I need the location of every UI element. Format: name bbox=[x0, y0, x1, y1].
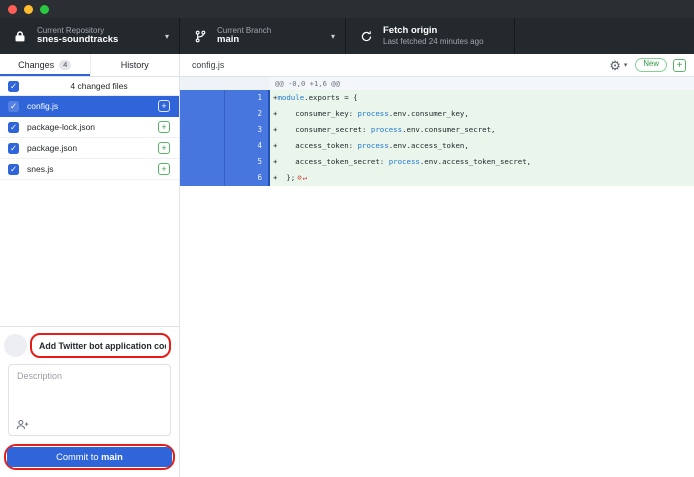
commit-summary-input[interactable] bbox=[33, 337, 168, 355]
diff-header: config.js ⚙ ▾ New + bbox=[180, 54, 694, 77]
github-desktop-window: Current Repository snes-soundtracks ▾ Cu… bbox=[0, 0, 694, 477]
file-checkbox[interactable]: ✓ bbox=[8, 122, 19, 133]
tab-changes[interactable]: Changes 4 bbox=[0, 54, 90, 76]
current-branch-name: main bbox=[217, 35, 327, 46]
file-added-icon: + bbox=[158, 163, 170, 175]
file-added-icon: + bbox=[158, 100, 170, 112]
chevron-down-icon[interactable]: ▾ bbox=[624, 61, 628, 69]
select-all-checkbox[interactable]: ✓ bbox=[8, 81, 19, 92]
no-newline-marker: ⊘↵ bbox=[295, 173, 308, 182]
hunk-header-text: @@ -0,0 +1,6 @@ bbox=[270, 77, 340, 90]
diff-line[interactable]: 4 + access_token: process.env.access_tok… bbox=[180, 138, 694, 154]
diff-line[interactable]: 1 +module.exports = { bbox=[180, 90, 694, 106]
file-row-package-lock-json[interactable]: ✓ package-lock.json + bbox=[0, 117, 179, 138]
line-number: 6 bbox=[225, 170, 270, 186]
commit-form: Commit to main bbox=[0, 326, 179, 477]
avatar bbox=[4, 334, 27, 357]
current-repository-name: snes-soundtracks bbox=[37, 35, 161, 46]
current-repository-dropdown[interactable]: Current Repository snes-soundtracks ▾ bbox=[0, 18, 180, 54]
file-name: package-lock.json bbox=[27, 122, 158, 132]
commit-description-input[interactable] bbox=[9, 365, 170, 417]
chevron-down-icon: ▾ bbox=[331, 32, 335, 41]
fetch-origin-label: Fetch origin bbox=[383, 26, 504, 37]
file-checkbox[interactable]: ✓ bbox=[8, 101, 19, 112]
commit-description-box bbox=[8, 364, 171, 436]
sidebar-tabs: Changes 4 History bbox=[0, 54, 179, 77]
summary-red-annotation bbox=[30, 333, 171, 358]
file-name: package.json bbox=[27, 143, 158, 153]
file-name: snes.js bbox=[27, 164, 158, 174]
commit-button[interactable]: Commit to main bbox=[7, 447, 172, 467]
tab-history[interactable]: History bbox=[90, 54, 180, 76]
git-branch-icon bbox=[192, 28, 208, 44]
file-row-package-json[interactable]: ✓ package.json + bbox=[0, 138, 179, 159]
file-name: config.js bbox=[27, 101, 158, 111]
diff-line[interactable]: 2 + consumer_key: process.env.consumer_k… bbox=[180, 106, 694, 122]
changed-files-header: ✓ 4 changed files bbox=[0, 77, 179, 96]
changes-count-badge: 4 bbox=[59, 60, 71, 70]
commit-button-red-annotation: Commit to main bbox=[4, 444, 175, 470]
fetch-origin-sublabel: Last fetched 24 minutes ago bbox=[383, 37, 504, 46]
sidebar: Changes 4 History ✓ 4 changed files ✓ co… bbox=[0, 54, 180, 477]
maximize-window-button[interactable] bbox=[40, 5, 49, 14]
toolbar: Current Repository snes-soundtracks ▾ Cu… bbox=[0, 18, 694, 54]
diff-pane: config.js ⚙ ▾ New + @@ -0,0 +1,6 @@ 1 +m… bbox=[180, 54, 694, 477]
new-file-badge: New bbox=[635, 58, 667, 72]
current-branch-dropdown[interactable]: Current Branch main ▾ bbox=[180, 18, 346, 54]
gear-icon[interactable]: ⚙ bbox=[609, 59, 621, 72]
diff-body: @@ -0,0 +1,6 @@ 1 +module.exports = { 2 … bbox=[180, 77, 694, 477]
titlebar bbox=[0, 0, 694, 18]
diff-line[interactable]: 3 + consumer_secret: process.env.consume… bbox=[180, 122, 694, 138]
tab-changes-label: Changes bbox=[18, 60, 54, 70]
sync-icon bbox=[358, 28, 374, 44]
diff-file-title: config.js bbox=[192, 60, 609, 70]
chevron-down-icon: ▾ bbox=[165, 32, 169, 41]
line-number: 5 bbox=[225, 154, 270, 170]
lock-icon bbox=[12, 28, 28, 44]
file-added-icon: + bbox=[158, 121, 170, 133]
minimize-window-button[interactable] bbox=[24, 5, 33, 14]
file-row-config-js[interactable]: ✓ config.js + bbox=[0, 96, 179, 117]
changed-files-count: 4 changed files bbox=[19, 81, 179, 91]
file-row-snes-js[interactable]: ✓ snes.js + bbox=[0, 159, 179, 180]
line-number: 1 bbox=[225, 90, 270, 106]
file-checkbox[interactable]: ✓ bbox=[8, 143, 19, 154]
line-number: 4 bbox=[225, 138, 270, 154]
close-window-button[interactable] bbox=[8, 5, 17, 14]
tab-history-label: History bbox=[121, 60, 149, 70]
diff-line[interactable]: 6 + };⊘↵ bbox=[180, 170, 694, 186]
line-number: 3 bbox=[225, 122, 270, 138]
add-coauthor-icon[interactable] bbox=[16, 419, 29, 430]
add-icon[interactable]: + bbox=[673, 59, 686, 72]
hunk-header-row: @@ -0,0 +1,6 @@ bbox=[180, 77, 694, 90]
file-added-icon: + bbox=[158, 142, 170, 154]
diff-line[interactable]: 5 + access_token_secret: process.env.acc… bbox=[180, 154, 694, 170]
line-number: 2 bbox=[225, 106, 270, 122]
fetch-origin-button[interactable]: Fetch origin Last fetched 24 minutes ago bbox=[346, 18, 515, 54]
file-checkbox[interactable]: ✓ bbox=[8, 164, 19, 175]
